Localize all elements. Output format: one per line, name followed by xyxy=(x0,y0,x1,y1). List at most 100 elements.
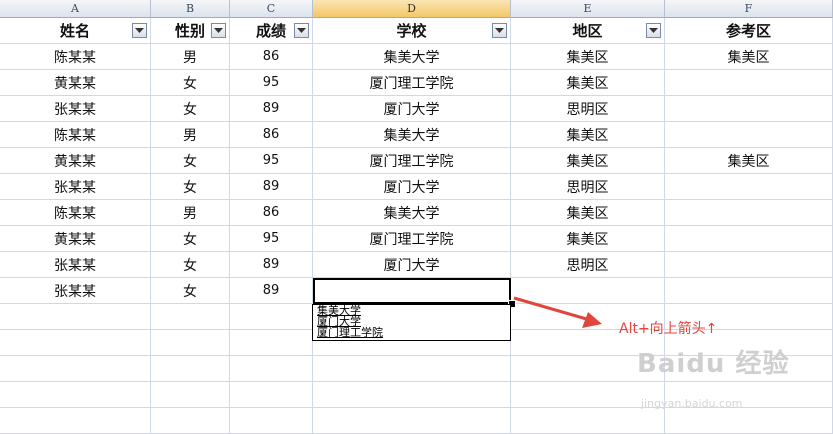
table-cell[interactable]: 张某某 xyxy=(0,278,151,304)
header-label: 姓名 xyxy=(59,22,90,40)
empty-cell[interactable] xyxy=(511,408,665,434)
table-cell[interactable]: 89 xyxy=(230,96,313,122)
empty-cell[interactable] xyxy=(0,382,151,408)
table-cell[interactable]: 厦门理工学院 xyxy=(313,148,511,174)
empty-cell[interactable] xyxy=(151,356,230,382)
table-cell[interactable]: 女 xyxy=(151,70,230,96)
table-cell[interactable]: 思明区 xyxy=(511,252,665,278)
table-cell[interactable]: 女 xyxy=(151,252,230,278)
table-cell[interactable]: 男 xyxy=(151,44,230,70)
autocomplete-dropdown[interactable]: 集美大学 厦门大学 厦门理工学院 xyxy=(312,304,511,341)
table-cell[interactable]: 女 xyxy=(151,278,230,304)
table-cell[interactable]: 思明区 xyxy=(511,96,665,122)
empty-cell[interactable] xyxy=(0,408,151,434)
table-cell[interactable]: 集美区 xyxy=(511,200,665,226)
table-cell[interactable]: 厦门理工学院 xyxy=(313,226,511,252)
table-cell[interactable]: 89 xyxy=(230,174,313,200)
table-cell[interactable]: 张某某 xyxy=(0,96,151,122)
empty-cell[interactable] xyxy=(313,356,511,382)
header-cell[interactable]: 姓名 xyxy=(0,18,151,44)
table-cell[interactable] xyxy=(665,226,833,252)
empty-cell[interactable] xyxy=(151,408,230,434)
empty-cell[interactable] xyxy=(313,408,511,434)
table-cell[interactable] xyxy=(665,122,833,148)
table-cell[interactable]: 集美区 xyxy=(511,226,665,252)
table-cell[interactable]: 思明区 xyxy=(511,174,665,200)
table-cell[interactable]: 集美大学 xyxy=(313,122,511,148)
table-cell[interactable]: 集美区 xyxy=(511,148,665,174)
empty-cell[interactable] xyxy=(230,330,313,356)
empty-cell[interactable] xyxy=(665,408,833,434)
header-cell[interactable]: 地区 xyxy=(511,18,665,44)
table-cell[interactable] xyxy=(665,174,833,200)
column-header-e[interactable]: E xyxy=(511,0,665,18)
table-cell[interactable]: 黄某某 xyxy=(0,70,151,96)
table-cell[interactable]: 86 xyxy=(230,44,313,70)
empty-cell[interactable] xyxy=(230,356,313,382)
table-cell[interactable]: 厦门大学 xyxy=(313,96,511,122)
header-cell[interactable]: 成绩 xyxy=(230,18,313,44)
column-header-c[interactable]: C xyxy=(230,0,313,18)
table-cell[interactable]: 厦门大学 xyxy=(313,174,511,200)
table-cell[interactable]: 男 xyxy=(151,200,230,226)
table-cell[interactable]: 张某某 xyxy=(0,174,151,200)
table-cell[interactable]: 陈某某 xyxy=(0,122,151,148)
table-cell[interactable] xyxy=(665,96,833,122)
empty-cell[interactable] xyxy=(230,408,313,434)
table-cell[interactable]: 95 xyxy=(230,226,313,252)
table-cell[interactable]: 集美大学 xyxy=(313,200,511,226)
dropdown-option[interactable]: 厦门理工学院 xyxy=(317,327,510,338)
table-cell[interactable]: 女 xyxy=(151,148,230,174)
filter-dropdown-icon[interactable] xyxy=(492,23,507,38)
table-cell[interactable]: 集美区 xyxy=(511,122,665,148)
column-header-b[interactable]: B xyxy=(151,0,230,18)
table-cell[interactable]: 陈某某 xyxy=(0,44,151,70)
table-cell[interactable]: 集美大学 xyxy=(313,44,511,70)
header-cell[interactable]: 学校 xyxy=(313,18,511,44)
column-header-f[interactable]: F xyxy=(665,0,833,18)
table-cell[interactable]: 女 xyxy=(151,96,230,122)
column-header-d[interactable]: D xyxy=(313,0,511,18)
table-cell[interactable] xyxy=(665,278,833,304)
table-cell[interactable]: 女 xyxy=(151,226,230,252)
table-cell[interactable]: 95 xyxy=(230,148,313,174)
table-cell[interactable] xyxy=(665,252,833,278)
table-cell[interactable]: 集美区 xyxy=(511,70,665,96)
filter-dropdown-icon[interactable] xyxy=(294,23,309,38)
table-cell[interactable] xyxy=(665,70,833,96)
filter-dropdown-icon[interactable] xyxy=(132,23,147,38)
empty-cell[interactable] xyxy=(151,382,230,408)
table-cell[interactable]: 89 xyxy=(230,252,313,278)
table-cell[interactable]: 陈某某 xyxy=(0,200,151,226)
empty-cell[interactable] xyxy=(0,356,151,382)
empty-cell[interactable] xyxy=(313,382,511,408)
table-cell[interactable]: 86 xyxy=(230,200,313,226)
table-cell[interactable]: 黄某某 xyxy=(0,226,151,252)
table-cell[interactable]: 男 xyxy=(151,122,230,148)
table-cell[interactable]: 95 xyxy=(230,70,313,96)
table-cell[interactable]: 厦门理工学院 xyxy=(313,70,511,96)
table-cell[interactable]: 女 xyxy=(151,174,230,200)
table-cell[interactable] xyxy=(665,200,833,226)
empty-cell[interactable] xyxy=(230,382,313,408)
filter-dropdown-icon[interactable] xyxy=(211,23,226,38)
empty-cell[interactable] xyxy=(0,330,151,356)
table-cell[interactable]: 89 xyxy=(230,278,313,304)
table-cell[interactable]: 厦门大学 xyxy=(313,252,511,278)
table-cell[interactable]: 黄某某 xyxy=(0,148,151,174)
table-cell[interactable]: 张某某 xyxy=(0,252,151,278)
empty-cell[interactable] xyxy=(151,304,230,330)
empty-cell[interactable] xyxy=(0,304,151,330)
table-cell[interactable]: 86 xyxy=(230,122,313,148)
empty-cell[interactable] xyxy=(230,304,313,330)
table-cell[interactable]: 集美区 xyxy=(511,44,665,70)
header-cell[interactable]: 性别 xyxy=(151,18,230,44)
column-header-a[interactable]: A xyxy=(0,0,151,18)
header-cell[interactable]: 参考区 xyxy=(665,18,833,44)
filter-dropdown-icon[interactable] xyxy=(646,23,661,38)
active-cell[interactable] xyxy=(313,278,511,304)
empty-cell[interactable] xyxy=(151,330,230,356)
table-cell[interactable]: 集美区 xyxy=(665,148,833,174)
table-cell[interactable]: 集美区 xyxy=(665,44,833,70)
table-row: 黄某某女 95 厦门理工学院 集美区 xyxy=(0,226,833,252)
